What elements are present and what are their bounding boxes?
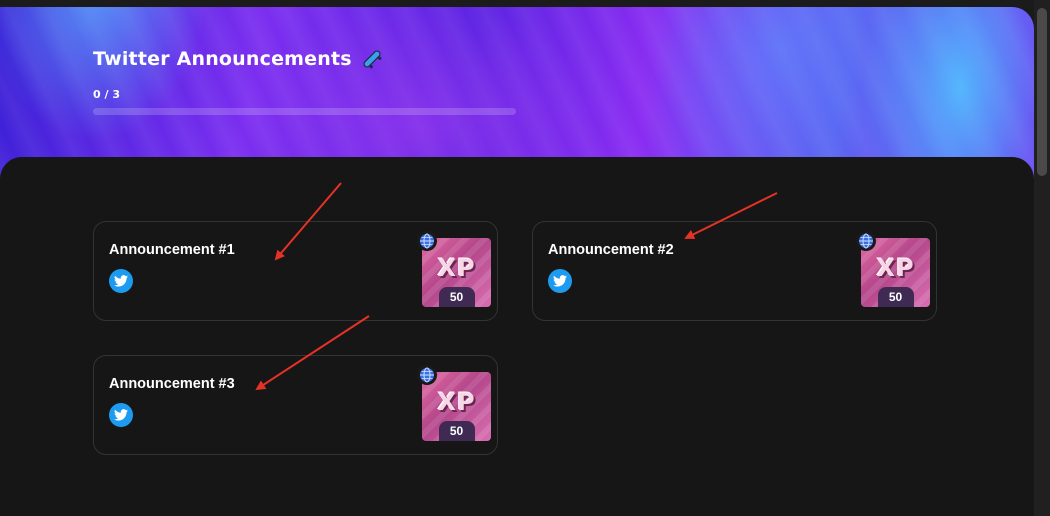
xp-value-badge: 50 <box>438 421 475 441</box>
card-title: Announcement #3 <box>109 376 235 392</box>
xp-value-badge: 50 <box>438 287 475 307</box>
progress-bar <box>93 108 516 115</box>
xp-label: XP <box>437 388 476 416</box>
card-title: Announcement #2 <box>548 242 674 258</box>
twitter-icon[interactable] <box>109 269 133 293</box>
page-title-text: Twitter Announcements <box>93 48 352 70</box>
globe-icon <box>856 231 876 251</box>
xp-label: XP <box>876 254 915 282</box>
top-strip <box>0 0 1050 7</box>
twitter-icon[interactable] <box>109 403 133 427</box>
twitter-icon[interactable] <box>548 269 572 293</box>
xp-label: XP <box>437 254 476 282</box>
globe-icon <box>417 231 437 251</box>
scrollbar[interactable] <box>1034 0 1050 516</box>
progress-counter: 0 / 3 <box>93 88 120 101</box>
announcement-card-1[interactable]: Announcement #1 XP 50 <box>93 221 498 321</box>
announcement-card-2[interactable]: Announcement #2 XP 50 <box>532 221 937 321</box>
page-title: Twitter Announcements <box>93 47 384 71</box>
content-panel: Announcement #1 XP 50 Announcement #2 XP… <box>0 157 1034 516</box>
xp-value-badge: 50 <box>877 287 914 307</box>
announcement-card-3[interactable]: Announcement #3 XP 50 <box>93 355 498 455</box>
scrollbar-thumb[interactable] <box>1037 8 1047 176</box>
globe-icon <box>417 365 437 385</box>
card-title: Announcement #1 <box>109 242 235 258</box>
skateboard-icon <box>360 47 384 71</box>
